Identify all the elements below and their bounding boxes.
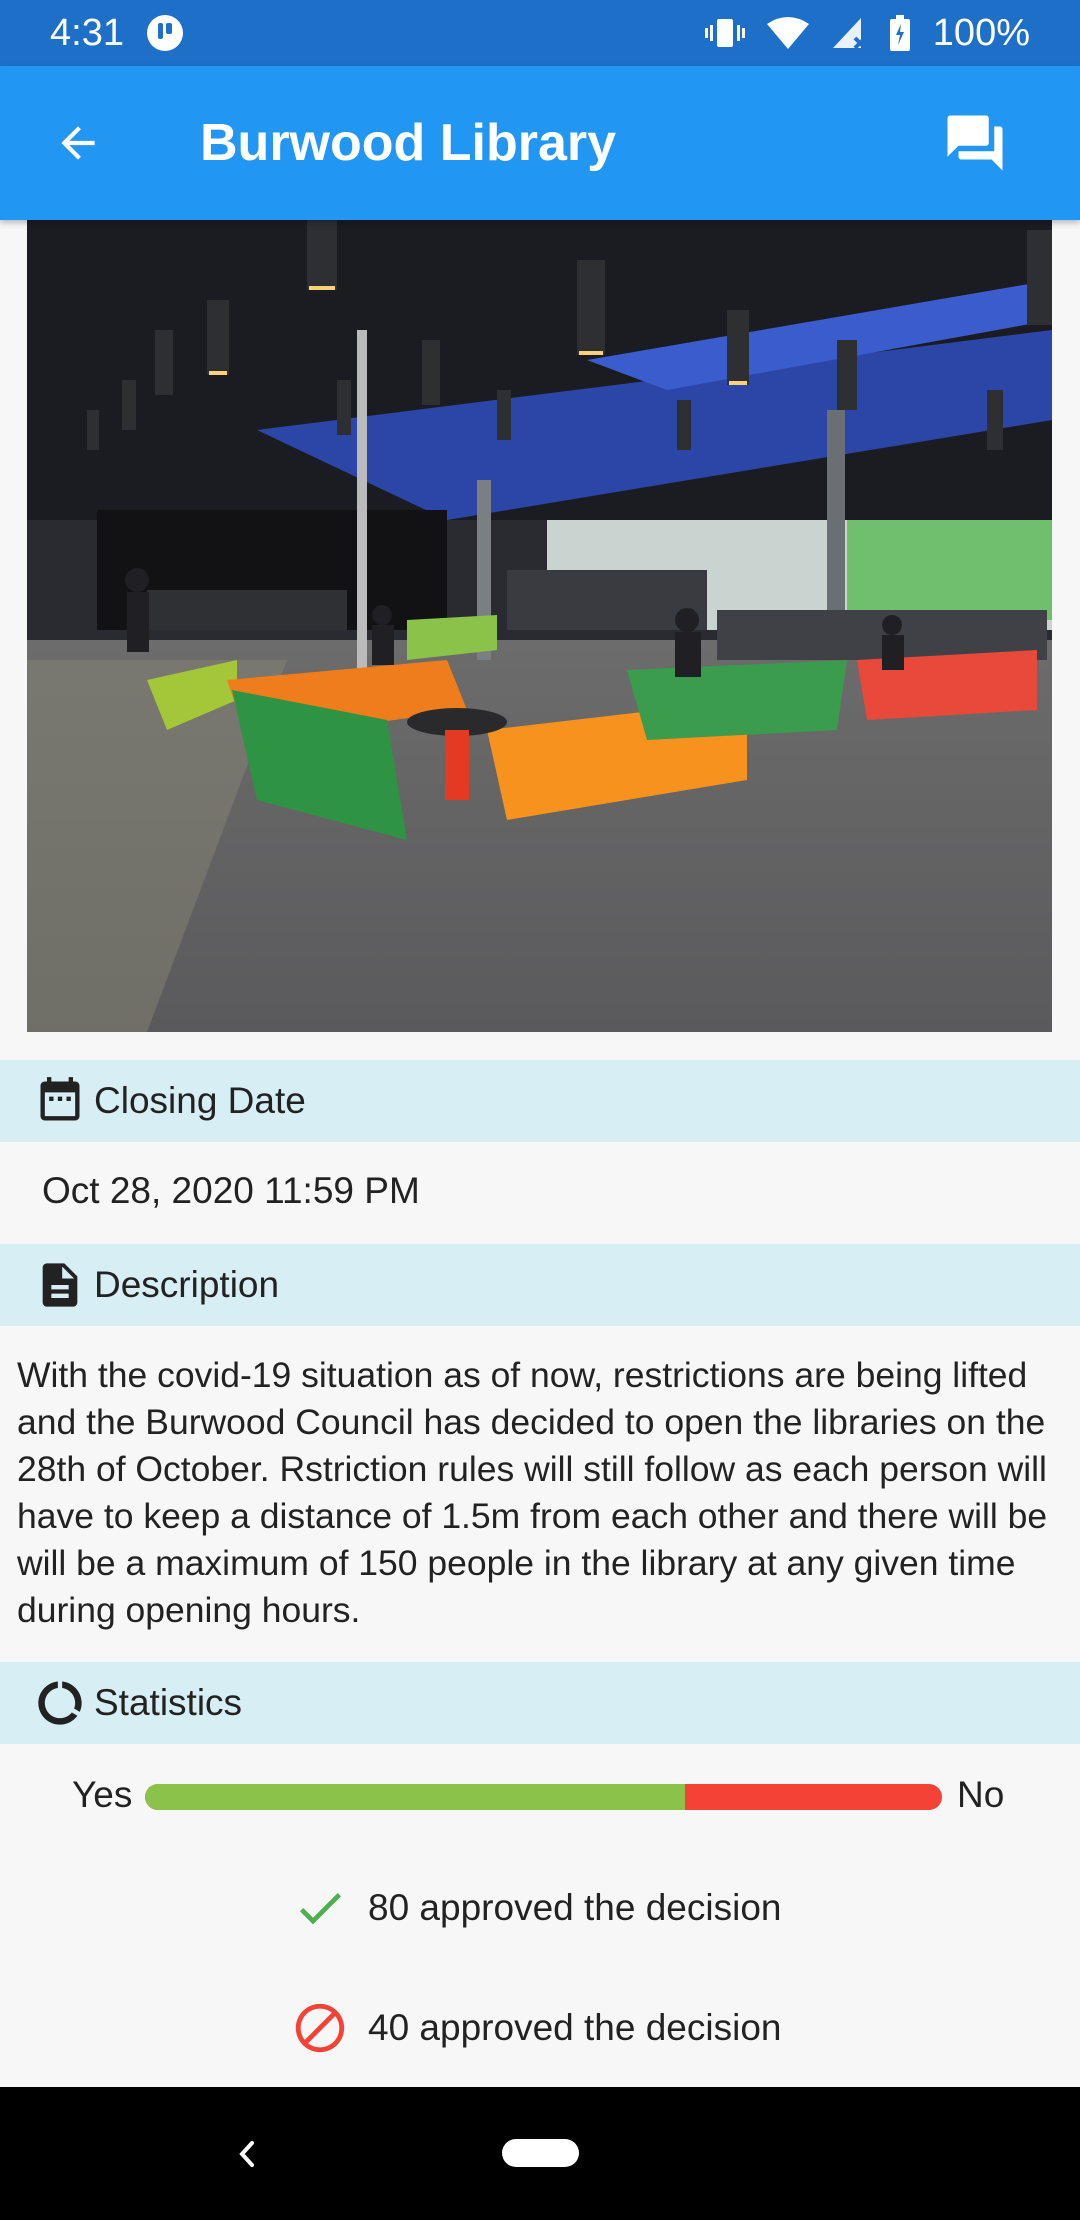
- wifi-icon: [766, 16, 809, 50]
- vibrate-icon: [704, 16, 745, 50]
- app-bar: Burwood Library: [0, 66, 1080, 220]
- nav-home-button[interactable]: [502, 2139, 579, 2167]
- battery-percent: 100%: [932, 11, 1030, 54]
- block-icon: [290, 1998, 350, 2058]
- statistics-header: Statistics: [0, 1662, 1080, 1744]
- status-time: 4:31: [50, 11, 124, 54]
- page-title: Burwood Library: [200, 114, 617, 172]
- nav-back-button[interactable]: [222, 2129, 272, 2179]
- document-icon: [34, 1259, 86, 1311]
- chat-button[interactable]: [930, 98, 1020, 188]
- battery-icon: [889, 15, 911, 51]
- description-text: With the covid-19 situation as of now, r…: [17, 1355, 1048, 1630]
- yes-label: Yes: [72, 1774, 133, 1815]
- statistics-label: Statistics: [94, 1682, 243, 1723]
- yes-bar-fill: [145, 1784, 685, 1810]
- system-nav-bar: [0, 2087, 1080, 2220]
- status-bar: 4:31 100%: [0, 0, 1080, 66]
- description-header: Description: [0, 1244, 1080, 1326]
- vote-progress: Yes No: [0, 1762, 1080, 1828]
- arrow-back-icon: [61, 126, 95, 160]
- rejected-result: 40 approved the decision: [290, 1998, 781, 2058]
- closing-date-value: Oct 28, 2020 11:59 PM: [42, 1170, 420, 1211]
- approved-text: 80 approved the decision: [368, 1887, 782, 1928]
- back-button[interactable]: [38, 103, 118, 183]
- closing-date-label: Closing Date: [94, 1080, 306, 1121]
- signal-icon: [831, 16, 867, 50]
- closing-date-header: Closing Date: [0, 1060, 1080, 1142]
- donut-chart-icon: [34, 1677, 86, 1729]
- approved-result: 80 approved the decision: [290, 1878, 781, 1938]
- chevron-left-icon: [239, 2141, 254, 2167]
- library-photo: [27, 220, 1052, 1032]
- check-icon: [290, 1878, 350, 1938]
- calendar-icon: [34, 1075, 86, 1127]
- app-notification-icon: [146, 14, 184, 52]
- rejected-text: 40 approved the decision: [368, 2007, 782, 2048]
- no-label: No: [957, 1774, 1005, 1815]
- vote-bar: [145, 1784, 942, 1810]
- forum-icon: [947, 115, 1003, 171]
- description-label: Description: [94, 1264, 280, 1305]
